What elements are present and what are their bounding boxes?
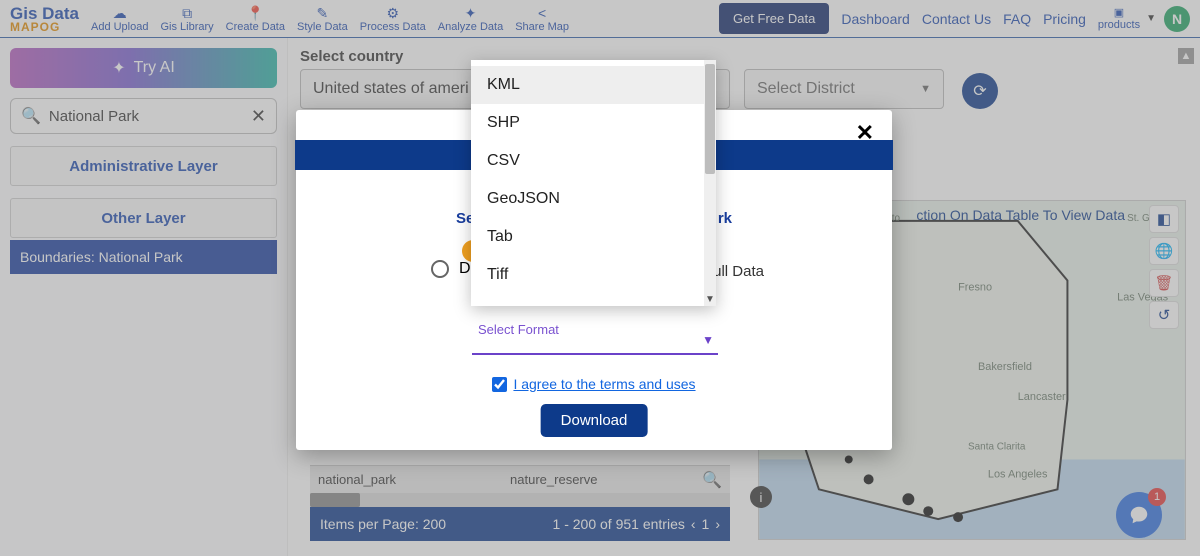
- scroll-down-arrow[interactable]: ▼: [705, 294, 715, 304]
- scrollbar-thumb[interactable]: [705, 64, 715, 174]
- format-dropdown: KML SHP CSV GeoJSON Tab Tiff ▼: [471, 60, 716, 306]
- format-select[interactable]: Select Format ▼: [472, 305, 718, 355]
- download-button[interactable]: Download: [541, 404, 648, 437]
- terms-link[interactable]: I agree to the terms and uses: [513, 376, 695, 392]
- format-select-label: Select Format: [478, 322, 712, 337]
- modal-title-right: rk: [718, 210, 732, 227]
- radio-label-fragment: D: [459, 260, 471, 278]
- format-option-tab[interactable]: Tab: [471, 218, 704, 256]
- chevron-down-icon: ▼: [702, 333, 714, 347]
- dropdown-scrollbar[interactable]: ▼: [704, 60, 716, 306]
- format-option-kml[interactable]: KML: [471, 66, 704, 104]
- terms-checkbox[interactable]: [492, 377, 507, 392]
- close-modal-button[interactable]: ✕: [856, 120, 874, 146]
- download-option-radio[interactable]: [431, 260, 449, 278]
- format-option-geojson[interactable]: GeoJSON: [471, 180, 704, 218]
- format-option-tiff[interactable]: Tiff: [471, 256, 704, 294]
- format-option-csv[interactable]: CSV: [471, 142, 704, 180]
- format-option-shp[interactable]: SHP: [471, 104, 704, 142]
